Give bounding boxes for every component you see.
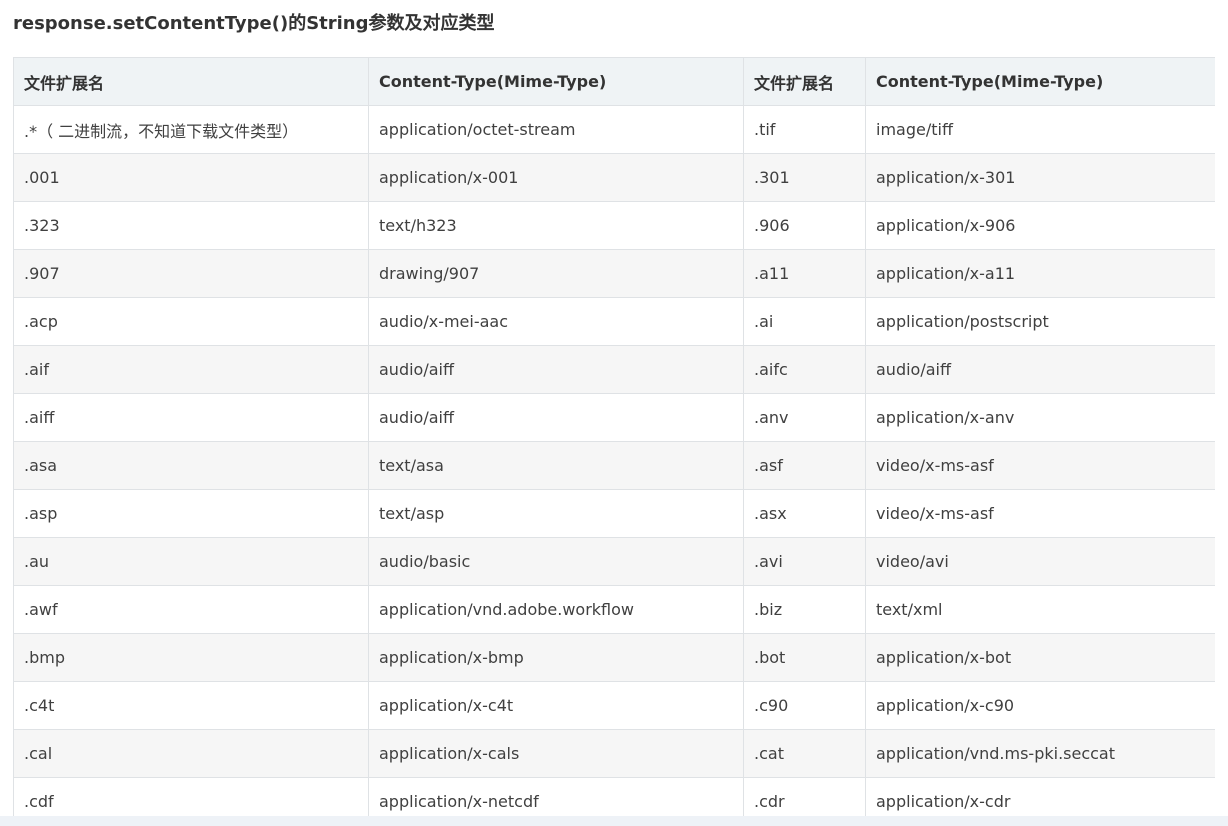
extension-cell: .bot <box>743 633 866 682</box>
content-type-cell: audio/aiff <box>865 345 1215 394</box>
extension-cell: .aif <box>13 345 369 394</box>
extension-cell: .323 <box>13 201 369 250</box>
table-row: .asa text/asa .asf video/x-ms-asf <box>13 441 1215 490</box>
extension-cell: .301 <box>743 153 866 202</box>
content-type-cell: application/octet-stream <box>368 105 744 154</box>
extension-cell: .asa <box>13 441 369 490</box>
extension-cell: .cat <box>743 729 866 778</box>
extension-cell: .asx <box>743 489 866 538</box>
content-type-cell: application/x-bmp <box>368 633 744 682</box>
extension-cell: .aifc <box>743 345 866 394</box>
table-row: .asp text/asp .asx video/x-ms-asf <box>13 489 1215 538</box>
extension-cell: .anv <box>743 393 866 442</box>
extension-cell: .*（ 二进制流，不知道下载文件类型） <box>13 105 369 154</box>
content-type-cell: application/x-cals <box>368 729 744 778</box>
content-type-cell: application/x-a11 <box>865 249 1215 298</box>
mime-type-table: 文件扩展名 Content-Type(Mime-Type) 文件扩展名 Cont… <box>13 57 1215 816</box>
header-content-type-2: Content-Type(Mime-Type) <box>865 57 1215 106</box>
content-type-cell: image/tiff <box>865 105 1215 154</box>
header-extension-1: 文件扩展名 <box>13 57 369 106</box>
table-row: .aiff audio/aiff .anv application/x-anv <box>13 393 1215 442</box>
content-type-cell: application/x-anv <box>865 393 1215 442</box>
extension-cell: .cal <box>13 729 369 778</box>
extension-cell: .906 <box>743 201 866 250</box>
content-type-cell: application/x-netcdf <box>368 777 744 816</box>
mime-type-table-container: 文件扩展名 Content-Type(Mime-Type) 文件扩展名 Cont… <box>13 57 1215 816</box>
content-type-cell: audio/aiff <box>368 345 744 394</box>
content-type-cell: video/x-ms-asf <box>865 441 1215 490</box>
extension-cell: .c90 <box>743 681 866 730</box>
bottom-scroll-area <box>0 816 1228 826</box>
content-type-cell: video/x-ms-asf <box>865 489 1215 538</box>
content-type-cell: video/avi <box>865 537 1215 586</box>
table-body: .*（ 二进制流，不知道下载文件类型） application/octet-str… <box>13 105 1215 816</box>
table-row: .323 text/h323.906 application/x-906 <box>13 201 1215 250</box>
content-type-cell: application/x-301 <box>865 153 1215 202</box>
content-type-cell: audio/basic <box>368 537 744 586</box>
content-type-cell: application/x-001 <box>368 153 744 202</box>
content-type-cell: application/x-906 <box>865 201 1215 250</box>
table-row: .907 drawing/907 .a11 application/x-a11 <box>13 249 1215 298</box>
page-title: response.setContentType()的String参数及对应类型 <box>13 13 495 34</box>
table-row: .cdf application/x-netcdf .cdr application/… <box>13 777 1215 816</box>
extension-cell: .c4t <box>13 681 369 730</box>
extension-cell: .aiff <box>13 393 369 442</box>
header-extension-2: 文件扩展名 <box>743 57 866 106</box>
content-type-cell: application/postscript <box>865 297 1215 346</box>
extension-cell: .001 <box>13 153 369 202</box>
extension-cell: .cdf <box>13 777 369 816</box>
extension-cell: .avi <box>743 537 866 586</box>
extension-cell: .tif <box>743 105 866 154</box>
content-type-cell: application/x-cdr <box>865 777 1215 816</box>
table-row: .bmp application/x-bmp .bot application/x-b… <box>13 633 1215 682</box>
extension-cell: .bmp <box>13 633 369 682</box>
extension-cell: .asf <box>743 441 866 490</box>
header-content-type-1: Content-Type(Mime-Type) <box>368 57 744 106</box>
content-type-cell: application/vnd.adobe.workflow <box>368 585 744 634</box>
content-type-cell: audio/x-mei-aac <box>368 297 744 346</box>
content-type-cell: application/x-c90 <box>865 681 1215 730</box>
table-row: .aif audio/aiff .aifc audio/aiff <box>13 345 1215 394</box>
page: response.setContentType()的String参数及对应类型 … <box>0 0 1228 826</box>
content-type-cell: text/xml <box>865 585 1215 634</box>
table-header: 文件扩展名 Content-Type(Mime-Type) 文件扩展名 Cont… <box>13 57 1215 106</box>
content-type-cell: audio/aiff <box>368 393 744 442</box>
content-type-cell: text/asp <box>368 489 744 538</box>
content-type-cell: drawing/907 <box>368 249 744 298</box>
table-row: .001 application/x-001.301 application/x-3… <box>13 153 1215 202</box>
extension-cell: .ai <box>743 297 866 346</box>
extension-cell: .biz <box>743 585 866 634</box>
table-header-row: 文件扩展名 Content-Type(Mime-Type) 文件扩展名 Cont… <box>13 57 1215 106</box>
table-row: .*（ 二进制流，不知道下载文件类型） application/octet-str… <box>13 105 1215 154</box>
table-row: .cal application/x-cals .cat application/vn… <box>13 729 1215 778</box>
table-row: .acp audio/x-mei-aac .ai application/postsc… <box>13 297 1215 346</box>
content-type-cell: text/asa <box>368 441 744 490</box>
content-type-cell: text/h323 <box>368 201 744 250</box>
table-row: .au audio/basic .avi video/avi <box>13 537 1215 586</box>
table-row: .awf application/vnd.adobe.workflow .biz te… <box>13 585 1215 634</box>
extension-cell: .asp <box>13 489 369 538</box>
extension-cell: .cdr <box>743 777 866 816</box>
content-type-cell: application/vnd.ms-pki.seccat <box>865 729 1215 778</box>
extension-cell: .acp <box>13 297 369 346</box>
content-type-cell: application/x-bot <box>865 633 1215 682</box>
extension-cell: .907 <box>13 249 369 298</box>
content-type-cell: application/x-c4t <box>368 681 744 730</box>
extension-cell: .a11 <box>743 249 866 298</box>
extension-cell: .au <box>13 537 369 586</box>
table-row: .c4t application/x-c4t .c90 application/x-c… <box>13 681 1215 730</box>
extension-cell: .awf <box>13 585 369 634</box>
